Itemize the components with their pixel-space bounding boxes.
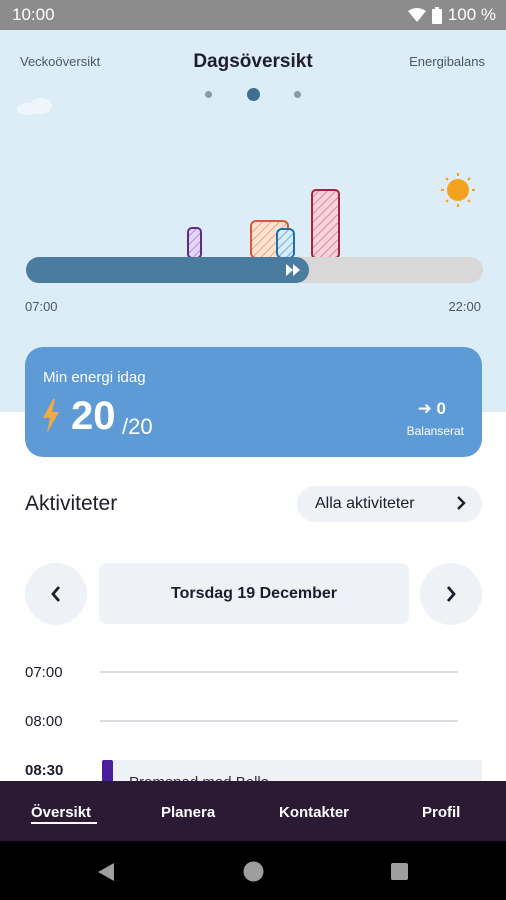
wifi-icon <box>407 8 426 22</box>
all-activities-label: Alla aktiviteter <box>315 495 415 512</box>
pager-dot-3[interactable] <box>294 91 301 98</box>
chevron-right-icon <box>446 586 456 602</box>
tab-plan[interactable]: Planera <box>161 804 215 821</box>
pager-dot-2[interactable] <box>247 88 260 101</box>
battery-icon <box>431 6 442 24</box>
arrow-right-icon: ➜ <box>417 399 437 418</box>
hour-label: 08:00 <box>25 713 63 730</box>
energy-title: Min energi idag <box>43 369 146 386</box>
recents-icon[interactable] <box>390 862 409 881</box>
balance-label: Balanserat <box>406 424 464 438</box>
timeline-end-time: 22:00 <box>448 299 481 314</box>
date-selector[interactable]: Torsdag 19 December <box>99 563 409 624</box>
activity-bar-1[interactable] <box>187 227 202 259</box>
status-right: 100 % <box>407 5 496 25</box>
home-icon[interactable] <box>242 860 265 883</box>
balance-value: ➜ 0 <box>417 399 446 418</box>
back-icon[interactable] <box>97 862 115 882</box>
day-timeline <box>26 173 483 283</box>
hour-label: 08:30 <box>25 762 64 779</box>
tab-overview[interactable]: Översikt <box>31 804 91 821</box>
tab-contacts[interactable]: Kontakter <box>279 804 349 821</box>
energy-value: 20 <box>71 394 116 438</box>
nav-energy-balance[interactable]: Energibalans <box>409 54 485 69</box>
tab-active-indicator <box>31 822 97 824</box>
activity-bar-3[interactable] <box>276 228 295 259</box>
day-progress-track <box>26 257 483 283</box>
pager-dot-1[interactable] <box>205 91 212 98</box>
hour-divider <box>100 720 458 722</box>
sun-icon <box>441 173 475 207</box>
chevron-left-icon <box>51 586 61 602</box>
selected-date: Torsdag 19 December <box>171 584 337 602</box>
timeline-start-time: 07:00 <box>25 299 58 314</box>
bottom-tab-bar: Översikt Planera Kontakter Profil <box>0 781 506 841</box>
hour-divider <box>100 671 458 673</box>
battery-level: 100 % <box>447 5 496 24</box>
system-navigation-bar <box>0 841 506 900</box>
chevron-right-icon <box>457 496 466 510</box>
all-activities-button[interactable]: Alla aktiviteter <box>297 486 482 522</box>
status-bar: 10:00 100 % <box>0 0 506 30</box>
activity-bar-4[interactable] <box>311 189 340 259</box>
hour-label: 07:00 <box>25 664 63 681</box>
energy-max: /20 <box>122 414 153 439</box>
cloud-icon <box>17 98 52 115</box>
activities-title: Aktiviteter <box>25 492 118 515</box>
fast-forward-icon[interactable] <box>283 259 305 281</box>
tab-profile[interactable]: Profil <box>422 804 460 821</box>
energy-card[interactable]: Min energi idag 20 /20 ➜ 0 Balanserat <box>25 347 482 457</box>
next-day-button[interactable] <box>420 563 482 625</box>
previous-day-button[interactable] <box>25 563 87 625</box>
status-time: 10:00 <box>12 5 55 24</box>
lightning-icon <box>43 399 59 433</box>
